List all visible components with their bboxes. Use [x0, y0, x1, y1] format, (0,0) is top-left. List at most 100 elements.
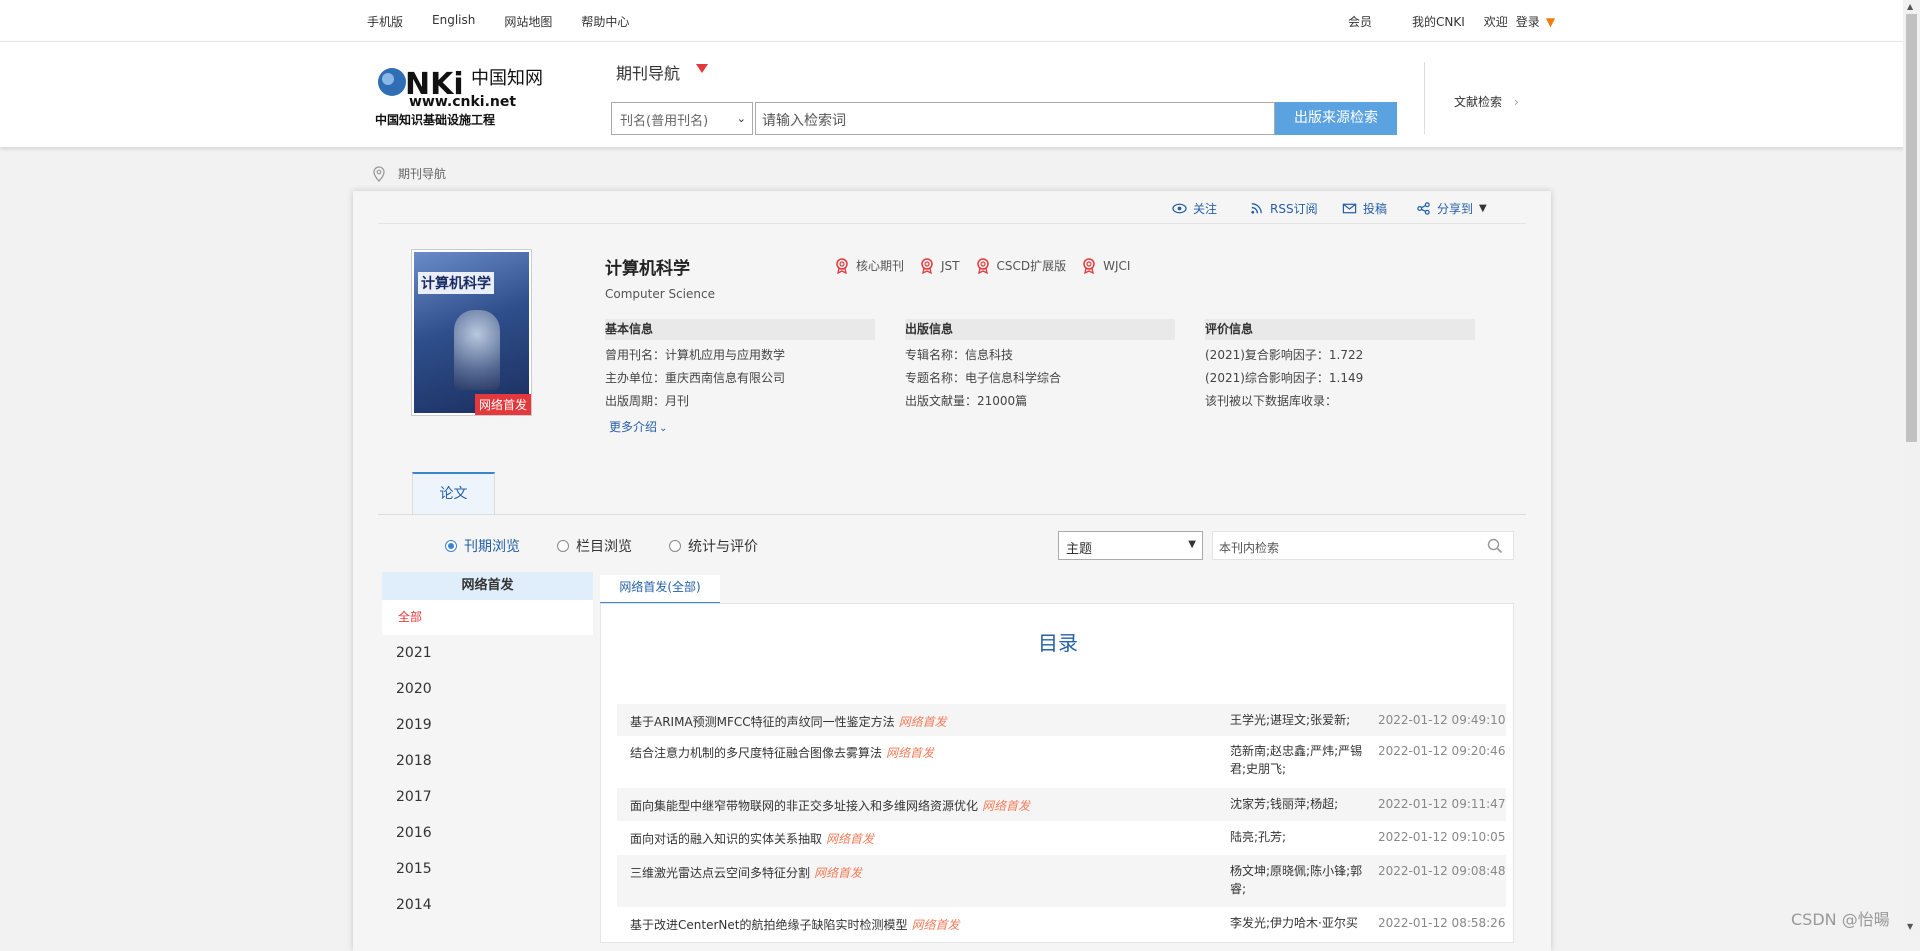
article-authors[interactable]: 李发光;伊力哈木·亚尔买 — [1230, 914, 1365, 932]
tab-paper[interactable]: 论文 — [412, 472, 495, 514]
field-select[interactable]: 主题 ▼ — [1058, 531, 1203, 560]
breadcrumb-item[interactable]: 期刊导航 — [398, 165, 446, 182]
top-bar: 手机版 English 网站地图 帮助中心 会员 我的CNKI 欢迎 登录 ▼ — [0, 0, 1920, 41]
award-icon — [976, 257, 989, 274]
journal-subtitle: Computer Science — [605, 287, 715, 301]
caret-down-icon[interactable] — [696, 64, 708, 73]
article-title[interactable]: 基于ARIMA预测MFCC特征的声纹同一性鉴定方法 网络首发 — [630, 713, 947, 730]
radio-icon — [557, 540, 569, 552]
scroll-down-icon[interactable]: ▼ — [1907, 922, 1913, 931]
award-icon — [1083, 257, 1095, 274]
article-title[interactable]: 面向集能型中继窄带物联网的非正交多址接入和多维网络资源优化 网络首发 — [630, 797, 1030, 814]
divider — [378, 223, 1526, 224]
year-item[interactable]: 2016 — [382, 815, 593, 851]
caret-down-icon: ▼ — [1479, 202, 1487, 214]
chevron-right-icon: › — [1514, 95, 1519, 109]
top-right-links: 会员 我的CNKI 欢迎 登录 ▼ — [1348, 13, 1555, 30]
breadcrumb: 期刊导航 — [372, 165, 446, 182]
more-intro-link[interactable]: 更多介绍 ⌄ — [609, 418, 667, 435]
year-item-all[interactable]: 全部 — [382, 600, 593, 635]
eye-icon — [1172, 203, 1187, 213]
scrollbar-thumb[interactable] — [1906, 14, 1917, 442]
chevron-down-icon[interactable]: ▼ — [1546, 15, 1555, 29]
radio-statistics[interactable]: 统计与评价 — [669, 536, 758, 556]
publish-info: 出版信息 专辑名称：信息科技 专题名称：电子信息科学综合 出版文献量：21000… — [905, 319, 1175, 409]
info-row: 主办单位：重庆西南信息有限公司 — [605, 371, 786, 385]
article-title[interactable]: 面向对话的融入知识的实体关系抽取 网络首发 — [630, 830, 874, 847]
cover-figure — [454, 310, 500, 390]
article-authors[interactable]: 陆亮;孔芳; — [1230, 828, 1365, 846]
login-link[interactable]: 登录 — [1516, 13, 1540, 30]
chevron-down-icon: ⌄ — [736, 112, 746, 125]
article-title[interactable]: 三维激光雷达点云空间多特征分割 网络首发 — [630, 864, 862, 881]
year-item[interactable]: 2018 — [382, 743, 593, 779]
tag-jst: JST — [920, 257, 960, 274]
tab-online-first-all[interactable]: 网络首发(全部) — [600, 575, 720, 604]
article-title[interactable]: 基于改进CenterNet的航拍绝缘子缺陷实时检测模型 网络首发 — [630, 916, 959, 933]
radio-icon — [445, 540, 457, 552]
year-item[interactable]: 2019 — [382, 707, 593, 743]
article-date: 2022-01-12 09:11:47 — [1378, 797, 1506, 811]
submit-button[interactable]: 投稿 — [1342, 197, 1387, 219]
search-field-select[interactable]: 刊名(普用刊名) ⌄ — [611, 102, 753, 135]
share-icon — [1417, 201, 1430, 215]
radio-issue-browse[interactable]: 刊期浏览 — [445, 536, 520, 556]
contents-heading: 目录 — [1038, 631, 1078, 655]
divider — [1424, 62, 1425, 134]
cnki-logo[interactable]: NKi 中国知网 www.cnki.net 中国知识基础设施工程 — [375, 62, 560, 126]
tag-core: 核心期刊 — [835, 257, 904, 274]
article-row: 基于ARIMA预测MFCC特征的声纹同一性鉴定方法 网络首发 王学光;谌珵文;张爱… — [617, 704, 1506, 736]
article-authors[interactable]: 王学光;谌珵文;张爱新; — [1230, 711, 1365, 729]
article-title[interactable]: 结合注意力机制的多尺度特征融合图像去雾算法 网络首发 — [630, 744, 934, 761]
year-item[interactable]: 2014 — [382, 887, 593, 923]
location-pin-icon — [373, 165, 385, 182]
article-date: 2022-01-12 08:58:26 — [1378, 916, 1506, 930]
article-authors[interactable]: 杨文坤;原晓佩;陈小锋;郭睿; — [1230, 862, 1365, 898]
rss-button[interactable]: RSS订阅 — [1249, 197, 1318, 219]
welcome-text: 欢迎 — [1483, 15, 1508, 29]
article-authors[interactable]: 沈家芳;钱丽萍;杨超; — [1230, 795, 1365, 813]
source-search-button[interactable]: 出版来源检索 — [1275, 102, 1397, 135]
journal-nav-title[interactable]: 期刊导航 — [616, 60, 708, 84]
share-button[interactable]: 分享到 ▼ — [1416, 197, 1487, 219]
svg-text:中国知识基础设施工程: 中国知识基础设施工程 — [375, 112, 495, 126]
my-cnki-link[interactable]: 我的CNKI — [1412, 13, 1465, 30]
member-link[interactable]: 会员 — [1348, 13, 1372, 30]
mobile-link[interactable]: 手机版 — [367, 13, 403, 30]
scroll-up-icon[interactable]: ▲ — [1907, 2, 1913, 11]
sitemap-link[interactable]: 网站地图 — [504, 13, 552, 30]
info-row: 该刊被以下数据库收录： — [1205, 394, 1338, 408]
year-item[interactable]: 2020 — [382, 671, 593, 707]
article-date: 2022-01-12 09:10:05 — [1378, 830, 1506, 844]
browse-options: 刊期浏览 栏目浏览 统计与评价 — [445, 536, 795, 556]
follow-button[interactable]: 关注 — [1172, 197, 1217, 219]
help-link[interactable]: 帮助中心 — [581, 13, 629, 30]
journal-tags: 核心期刊 JST CSCD扩展版 WJCI — [835, 257, 1146, 274]
basic-info-header: 基本信息 — [605, 319, 875, 340]
info-row: 出版周期：月刊 — [605, 394, 690, 408]
rss-icon — [1251, 202, 1262, 214]
journal-cover[interactable]: 计算机科学 网络首发 — [411, 249, 532, 416]
year-item[interactable]: 2021 — [382, 635, 593, 671]
search-icon[interactable] — [1487, 538, 1503, 554]
svg-text:www.cnki.net: www.cnki.net — [409, 94, 516, 110]
journal-title: 计算机科学 — [605, 259, 690, 279]
article-row: 三维激光雷达点云空间多特征分割 网络首发 杨文坤;原晓佩;陈小锋;郭睿; 2022… — [617, 855, 1506, 907]
year-item[interactable]: 2015 — [382, 851, 593, 887]
list-tabbar: 网络首发(全部) — [600, 575, 1514, 604]
literature-search-link[interactable]: 文献检索 › — [1454, 93, 1519, 110]
in-journal-search-input[interactable]: 本刊内检索 — [1212, 531, 1514, 560]
year-list-header: 网络首发 — [382, 572, 593, 600]
article-row: 面向集能型中继窄带物联网的非正交多址接入和多维网络资源优化 网络首发 沈家芳;钱丽… — [617, 788, 1506, 821]
search-input[interactable]: 请输入检索词 — [755, 102, 1275, 135]
info-row: 专辑名称：信息科技 — [905, 348, 1014, 362]
english-link[interactable]: English — [432, 13, 475, 30]
year-item[interactable]: 2017 — [382, 779, 593, 815]
evaluation-info-header: 评价信息 — [1205, 319, 1475, 340]
radio-column-browse[interactable]: 栏目浏览 — [557, 536, 632, 556]
year-list: 网络首发 全部 2021 2020 2019 2018 2017 2016 20… — [382, 572, 593, 942]
evaluation-info: 评价信息 (2021)复合影响因子：1.722 (2021)综合影响因子：1.1… — [1205, 319, 1475, 409]
tag-wjci: WJCI — [1082, 257, 1130, 274]
article-authors[interactable]: 范新南;赵忠鑫;严炜;严锡君;史朋飞; — [1230, 742, 1365, 778]
info-row: 专题名称：电子信息科学综合 — [905, 371, 1062, 385]
